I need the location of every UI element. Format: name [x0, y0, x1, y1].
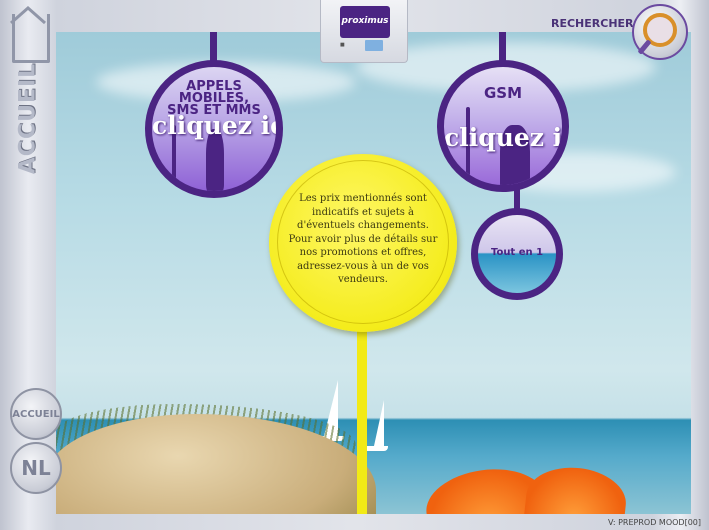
gsm-bubble[interactable]: GSM cliquez ici [437, 60, 569, 192]
price-notice-disc: Les prix mentionnés sont indicatifs et s… [269, 154, 457, 332]
proximus-logo: proximus [340, 6, 390, 38]
home-button-label: ACCUEIL [12, 408, 60, 420]
appels-cta: cliquez ici [152, 111, 283, 140]
search-button[interactable] [632, 4, 688, 60]
card-icon [365, 40, 383, 51]
appels-bubble[interactable]: APPELS MOBILES, SMS ET MMS cliquez ici [145, 60, 283, 198]
tout-en-1-bubble[interactable]: Tout en 1 [471, 208, 563, 300]
gsm-cta: cliquez ici [444, 123, 563, 152]
search-label[interactable]: RECHERCHER [551, 17, 634, 30]
home-vertical-button[interactable]: ACCUEIL [8, 6, 50, 184]
home-vertical-label: ACCUEIL [15, 62, 41, 175]
tout-stem [514, 188, 520, 210]
home-button[interactable]: ACCUEIL [10, 388, 62, 440]
gsm-title: GSM [483, 84, 523, 102]
proximus-logo-tab: proximus ■ [320, 0, 408, 63]
version-label: V: PREPROD MOOD[00] [608, 518, 701, 527]
language-button-label: NL [21, 456, 51, 480]
gsm-stem [499, 32, 506, 62]
price-notice-text: Les prix mentionnés sont indicatifs et s… [288, 193, 438, 285]
notice-stem [357, 330, 367, 514]
language-nl-button[interactable]: NL [10, 442, 62, 494]
appels-stem [210, 32, 217, 62]
logo-tagline: ■ [340, 42, 345, 48]
tout-en-1-label: Tout en 1 [490, 247, 544, 258]
